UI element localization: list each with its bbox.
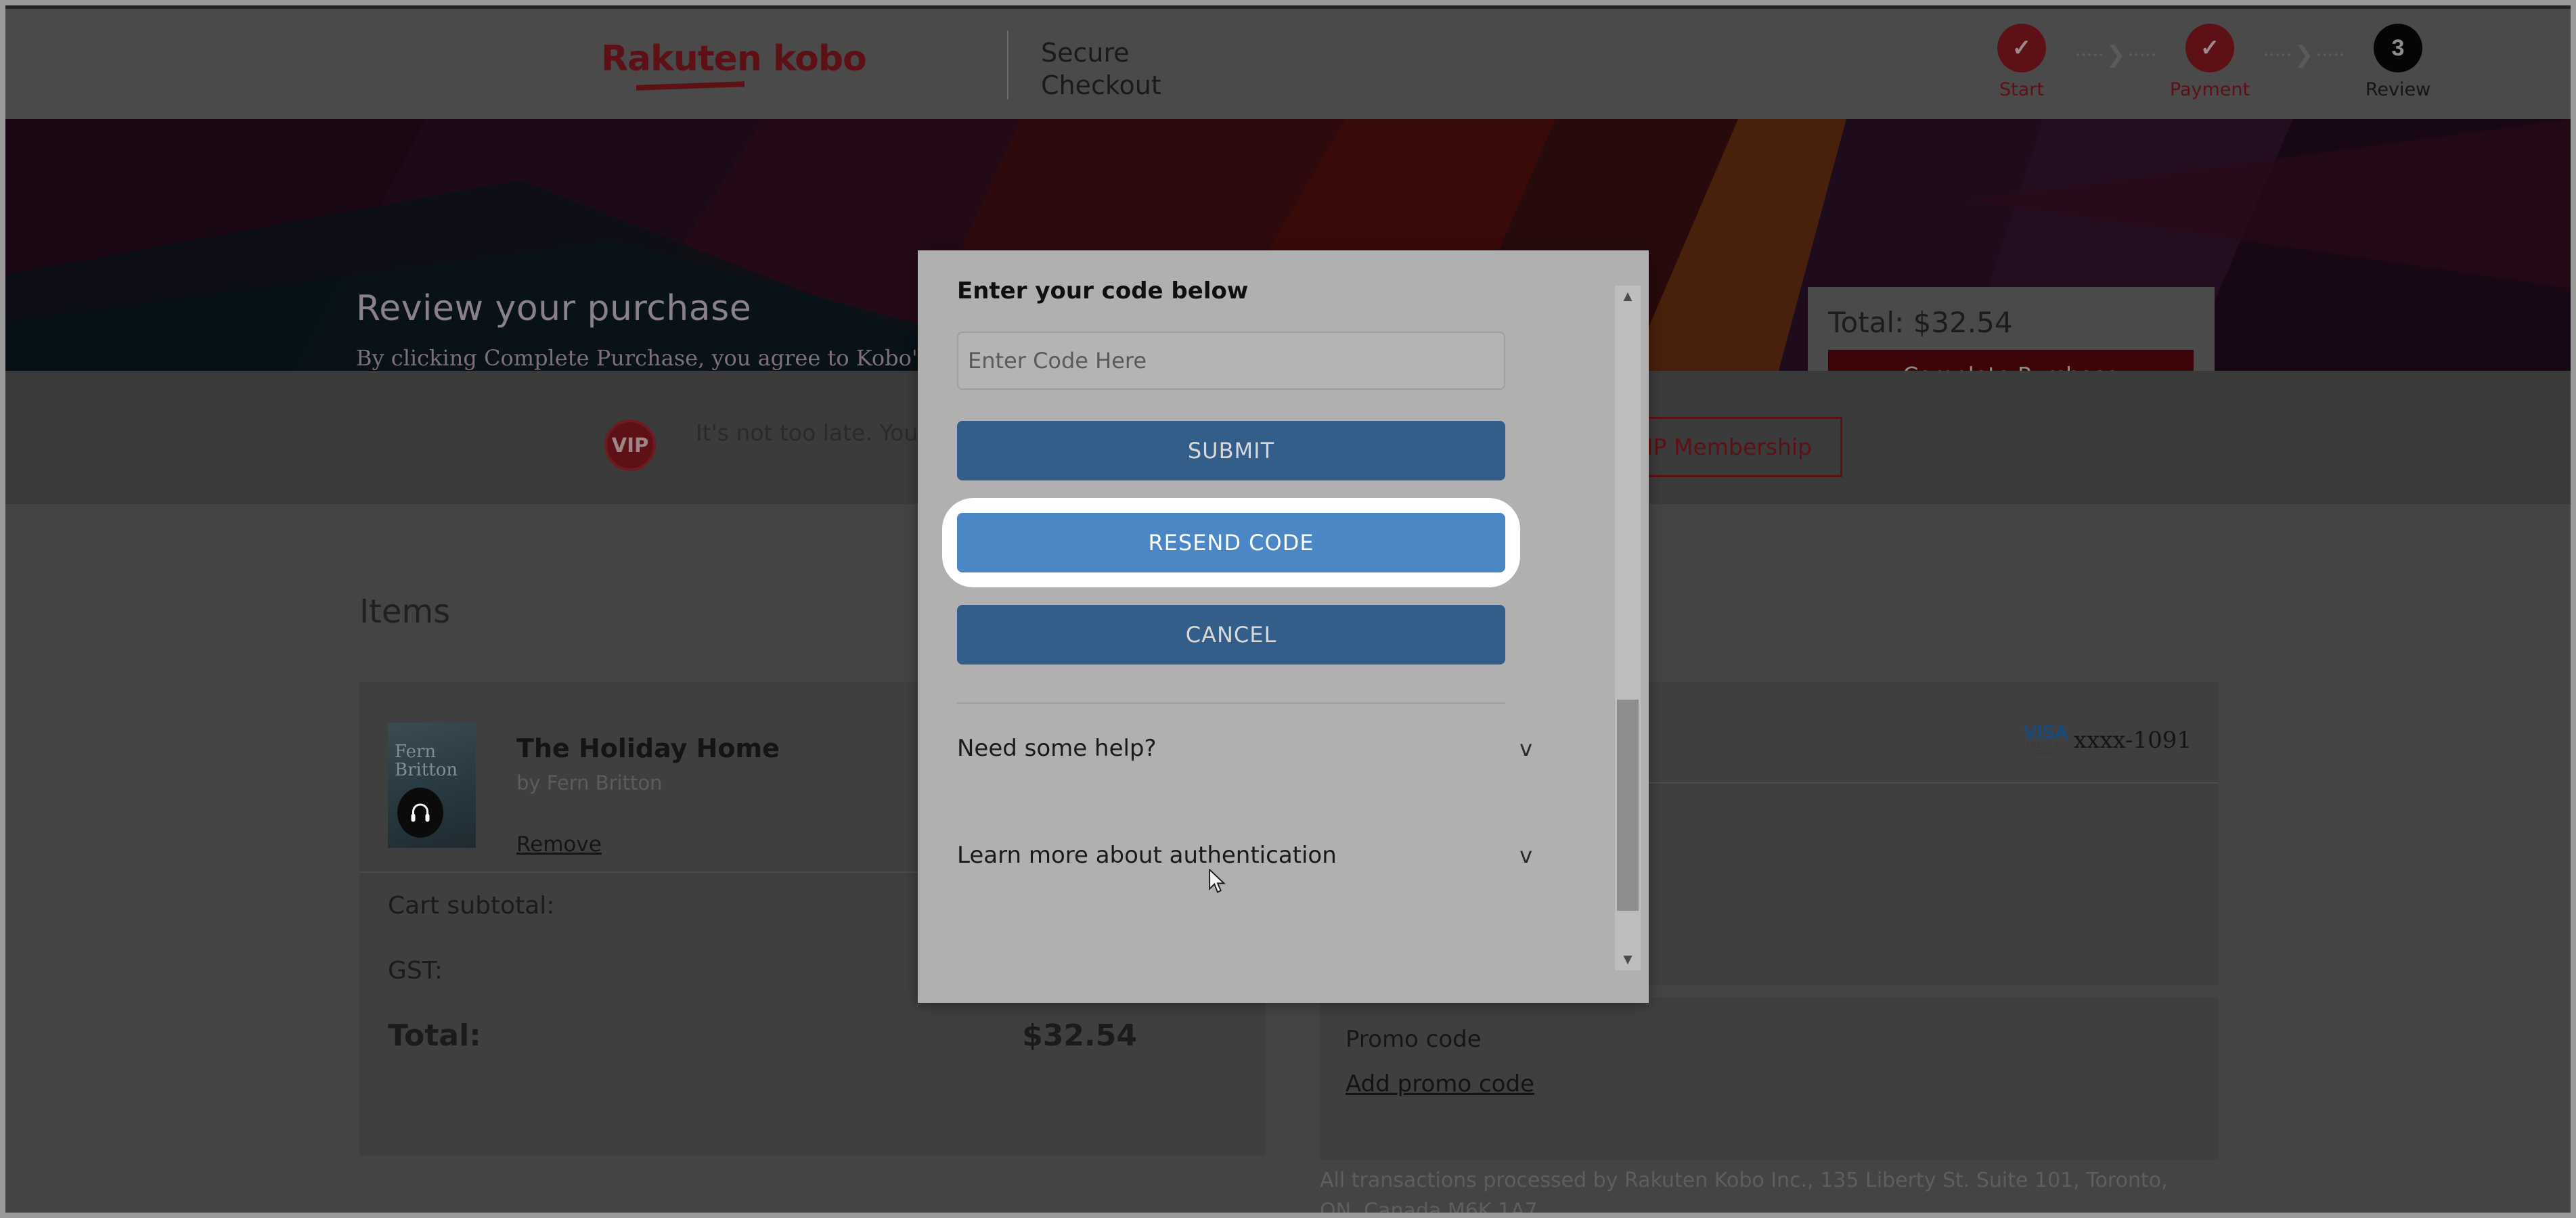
site-header: Rakuten kobo Secure Checkout ✓ Start ❯ ✓…	[5, 5, 2571, 119]
checkout-page: Rakuten kobo Secure Checkout ✓ Start ❯ ✓…	[5, 5, 2571, 1213]
chevron-right-icon: ❯	[2106, 42, 2126, 68]
submit-button[interactable]: SUBMIT	[957, 421, 1505, 480]
secure-checkout-line1: Secure	[1041, 38, 1130, 68]
card-number-masked: xxxx-1091	[2073, 727, 2192, 754]
step-payment-label: Payment	[2169, 79, 2250, 100]
add-promo-code-link[interactable]: Add promo code	[1346, 1070, 1534, 1098]
summary-row-total: Total: $32.54	[359, 1003, 1266, 1068]
step-payment[interactable]: ✓ Payment	[2159, 24, 2261, 100]
authentication-code-modal: Enter your code below SUBMIT RESEND CODE…	[918, 250, 1649, 1003]
step-separator-2: ❯	[2261, 41, 2347, 68]
headphones-icon	[397, 788, 443, 838]
step-start[interactable]: ✓ Start	[1971, 24, 2072, 100]
accordion-learn-more-authentication[interactable]: Learn more about authentication v	[957, 842, 1532, 869]
hero-title: Review your purchase	[356, 288, 752, 329]
scroll-up-arrow-icon[interactable]: ▲	[1615, 286, 1641, 307]
items-section-title: Items	[359, 593, 451, 631]
visa-icon-subtext: CREDIT & DEBIT	[2026, 741, 2060, 757]
remove-item-link[interactable]: Remove	[516, 832, 602, 857]
order-total-box: Total: $32.54 Complete Purchase	[1808, 287, 2215, 371]
accordion-label-help: Need some help?	[957, 735, 1157, 762]
header-divider	[1007, 30, 1008, 99]
modal-scrollbar[interactable]: ▲ ▼	[1615, 286, 1641, 970]
book-cover-image[interactable]: Fern Britton	[388, 723, 476, 848]
step-separator-1: ❯	[2072, 41, 2159, 68]
resend-code-button[interactable]: RESEND CODE	[957, 513, 1505, 572]
modal-divider	[957, 702, 1505, 704]
code-input[interactable]	[957, 332, 1505, 390]
secure-checkout-title: Secure Checkout	[1041, 37, 1161, 102]
summary-label-gst: GST:	[388, 956, 443, 985]
hero-subtitle-prefix: By clicking Complete Purchase, you agree…	[356, 345, 936, 371]
step-payment-circle: ✓	[2185, 24, 2234, 72]
checkout-progress-steps: ✓ Start ❯ ✓ Payment ❯ 3 Review	[1971, 24, 2449, 100]
vip-badge-icon: VIP	[604, 420, 656, 471]
visa-icon: VISA CREDIT & DEBIT	[2023, 723, 2068, 757]
visa-icon-brand: VISA	[2023, 723, 2068, 743]
complete-purchase-button[interactable]: Complete Purchase	[1828, 350, 2194, 371]
cover-author-line1: Fern	[395, 742, 437, 762]
summary-value-total: $32.54	[1022, 1018, 1137, 1053]
scrollbar-thumb[interactable]	[1617, 700, 1639, 911]
modal-body: Enter your code below SUBMIT RESEND CODE…	[918, 250, 1609, 1003]
summary-label-total: Total:	[388, 1018, 481, 1053]
payment-method-row[interactable]: VISA CREDIT & DEBIT xxxx-1091	[2024, 724, 2192, 757]
resend-code-highlight-ring: RESEND CODE	[942, 498, 1520, 587]
secure-checkout-line2: Checkout	[1041, 70, 1161, 100]
promo-code-card: Promo code Add promo code	[1320, 997, 2219, 1160]
scroll-down-arrow-icon[interactable]: ▼	[1615, 949, 1641, 970]
chevron-right-icon: ❯	[2294, 42, 2314, 68]
cover-author-line2: Britton	[395, 760, 458, 781]
step-review[interactable]: 3 Review	[2347, 24, 2449, 100]
logo-underline-swoosh	[636, 81, 745, 91]
step-start-label: Start	[1999, 79, 2044, 100]
modal-heading: Enter your code below	[957, 277, 1249, 304]
order-total-label: Total: $32.54	[1828, 306, 2013, 339]
rakuten-kobo-logo[interactable]: Rakuten kobo	[601, 39, 872, 91]
step-review-label: Review	[2365, 79, 2431, 100]
summary-label-subtotal: Cart subtotal:	[388, 891, 555, 920]
chevron-down-icon: v	[1519, 842, 1532, 868]
accordion-need-some-help[interactable]: Need some help? v	[957, 735, 1532, 762]
legal-footer-text: All transactions processed by Rakuten Ko…	[1320, 1169, 2168, 1213]
promo-code-label: Promo code	[1346, 1026, 1482, 1053]
cart-item-title[interactable]: The Holiday Home	[516, 734, 780, 763]
step-start-circle: ✓	[1997, 24, 2046, 72]
logo-text: Rakuten kobo	[601, 39, 867, 79]
cart-item-author: by Fern Britton	[516, 771, 663, 794]
accordion-label-learn-more: Learn more about authentication	[957, 842, 1337, 869]
cancel-button[interactable]: CANCEL	[957, 605, 1505, 664]
chevron-down-icon: v	[1519, 736, 1532, 761]
step-review-circle: 3	[2374, 24, 2422, 72]
